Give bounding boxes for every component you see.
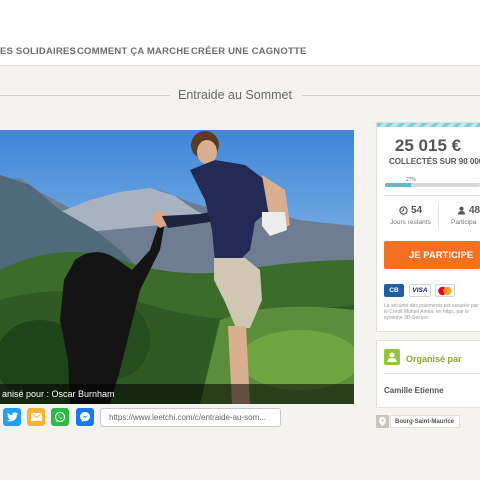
visa-logo: VISA — [409, 284, 431, 297]
progress-bar-fill — [385, 183, 411, 187]
cb-logo: CB — [384, 284, 404, 297]
top-navigation: ES SOLIDAIRES COMMENT ÇA MARCHE CRÉER UN… — [0, 0, 480, 66]
organizer-icon — [384, 349, 400, 365]
campaign-photo-illustration — [0, 130, 354, 404]
email-icon — [30, 413, 42, 421]
share-twitter-button[interactable] — [3, 408, 21, 426]
share-email-button[interactable] — [27, 408, 45, 426]
participants-label: Participa — [451, 219, 477, 226]
participants-stat: 48 — [457, 205, 480, 216]
campaign-photo — [0, 130, 354, 404]
twitter-icon — [6, 412, 18, 422]
days-left-stat: 54 — [399, 205, 422, 216]
messenger-icon — [80, 412, 90, 422]
nav-item-causes-solidaires[interactable]: ES SOLIDAIRES — [0, 46, 76, 57]
organizer-caption: anisé pour : Oscar Burnham — [0, 384, 354, 404]
days-left-value: 54 — [411, 205, 423, 216]
location-label: Bourg-Saint-Maurice — [390, 415, 461, 428]
whatsapp-icon — [54, 411, 66, 423]
mastercard-logo — [435, 284, 455, 297]
location-icon — [376, 415, 389, 428]
stats-divider — [384, 195, 480, 196]
amount-collected: 25 015 € — [394, 136, 462, 155]
map-pin-icon — [379, 417, 386, 426]
days-left-label: Jours restants — [390, 219, 431, 226]
card-stripe — [377, 123, 480, 127]
mastercard-icon — [438, 286, 452, 295]
organizer-divider — [384, 373, 480, 374]
share-url-input[interactable]: https://www.leetchi.com/c/entraide-au-so… — [100, 408, 281, 427]
share-messenger-button[interactable] — [76, 408, 94, 426]
page-title: Entraide au Sommet — [178, 88, 292, 102]
clock-icon — [399, 206, 408, 215]
nav-item-create-pot[interactable]: CRÉER UNE CAGNOTTE — [191, 46, 307, 57]
collected-label: COLLECTÉS SUR 90 000 — [389, 157, 480, 166]
progress-bar — [385, 183, 480, 187]
payment-security-text: La sécurité des paiements est assurée pa… — [384, 303, 479, 321]
nav-item-how-it-works[interactable]: COMMENT ÇA MARCHE — [77, 46, 190, 57]
organizer-title: Organisé par — [406, 354, 462, 364]
share-whatsapp-button[interactable] — [51, 408, 69, 426]
participants-value: 48 — [469, 205, 480, 216]
user-icon — [457, 206, 466, 215]
organizer-name[interactable]: Camille Etienne — [384, 386, 444, 395]
organizer-user-icon — [387, 352, 397, 362]
stats-divider-vertical — [438, 203, 439, 229]
participate-button[interactable]: JE PARTICIPE — [384, 241, 480, 269]
